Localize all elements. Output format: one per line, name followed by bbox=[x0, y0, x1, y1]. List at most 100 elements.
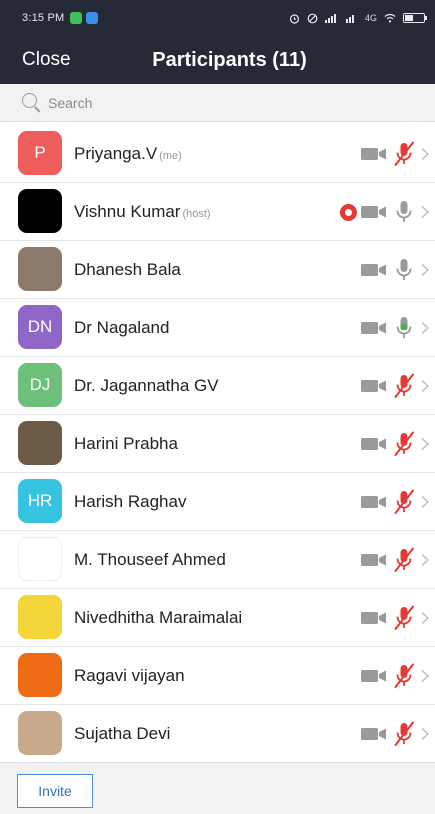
mic-muted-icon[interactable] bbox=[393, 373, 415, 399]
chevron-right-icon[interactable] bbox=[419, 205, 431, 219]
video-camera-icon[interactable] bbox=[361, 205, 387, 219]
video-camera-icon[interactable] bbox=[361, 263, 387, 277]
participant-controls bbox=[361, 589, 435, 647]
participant-name-text: Sujatha Devi bbox=[74, 724, 171, 743]
mic-muted-icon[interactable] bbox=[393, 721, 415, 747]
participant-name: Vishnu Kumar (host) bbox=[74, 202, 211, 222]
participant-row[interactable]: DN Dr Nagaland bbox=[0, 299, 435, 357]
participant-name: Ragavi vijayan bbox=[74, 666, 187, 686]
video-camera-icon[interactable] bbox=[361, 727, 387, 741]
avatar: DJ bbox=[18, 363, 62, 407]
chevron-right-icon[interactable] bbox=[419, 147, 431, 161]
search-input[interactable] bbox=[48, 94, 408, 111]
mic-muted-icon[interactable] bbox=[393, 141, 415, 167]
participant-role-tag: (me) bbox=[159, 149, 182, 162]
participant-name: Sujatha Devi bbox=[74, 724, 172, 744]
mic-muted-icon[interactable] bbox=[393, 547, 415, 573]
participant-row[interactable]: Sujatha Devi bbox=[0, 705, 435, 763]
participant-row[interactable]: DJ Dr. Jagannatha GV bbox=[0, 357, 435, 415]
alarm-icon bbox=[289, 13, 300, 24]
chevron-right-icon[interactable] bbox=[419, 321, 431, 335]
avatar bbox=[18, 247, 62, 291]
participant-name-text: Priyanga.V bbox=[74, 143, 158, 163]
participant-row[interactable]: M. Thouseef Ahmed bbox=[0, 531, 435, 589]
mic-icon[interactable] bbox=[393, 257, 415, 283]
video-camera-icon[interactable] bbox=[361, 553, 387, 567]
avatar bbox=[18, 537, 62, 581]
chevron-right-icon[interactable] bbox=[419, 495, 431, 509]
participant-controls bbox=[361, 647, 435, 705]
participant-name-text: Harini Prabha bbox=[74, 433, 178, 453]
search-bar bbox=[0, 84, 435, 122]
do-not-disturb-icon bbox=[307, 13, 318, 23]
video-camera-icon[interactable] bbox=[361, 611, 387, 625]
video-camera-icon[interactable] bbox=[361, 669, 387, 683]
participant-controls bbox=[361, 415, 435, 473]
participant-name: Dr Nagaland bbox=[74, 318, 171, 338]
participant-controls bbox=[361, 531, 435, 589]
avatar bbox=[18, 421, 62, 465]
participant-row[interactable]: HR Harish Raghav bbox=[0, 473, 435, 531]
avatar bbox=[18, 189, 62, 233]
mic-muted-icon[interactable] bbox=[393, 605, 415, 631]
video-camera-icon[interactable] bbox=[361, 321, 387, 335]
participant-name: Nivedhitha Maraimalai bbox=[74, 608, 244, 628]
participant-name-text: M. Thouseef Ahmed bbox=[74, 549, 226, 569]
participant-row[interactable]: Dhanesh Bala bbox=[0, 241, 435, 299]
chevron-right-icon[interactable] bbox=[419, 611, 431, 625]
invite-button[interactable]: Invite bbox=[17, 774, 93, 808]
signal-icon-2 bbox=[345, 15, 354, 23]
participant-name-text: Nivedhitha Maraimalai bbox=[74, 607, 243, 627]
video-camera-icon[interactable] bbox=[361, 437, 387, 451]
participant-name: Priyanga.V (me) bbox=[74, 144, 182, 164]
participant-row[interactable]: Harini Prabha bbox=[0, 415, 435, 473]
avatar bbox=[18, 711, 62, 755]
participant-row[interactable]: P Priyanga.V (me) bbox=[0, 125, 435, 183]
wifi-icon bbox=[384, 13, 396, 23]
mic-icon[interactable] bbox=[393, 199, 415, 225]
signal-icon bbox=[324, 14, 336, 23]
mic-muted-icon[interactable] bbox=[393, 489, 415, 515]
participant-controls bbox=[361, 241, 435, 299]
chevron-right-icon[interactable] bbox=[419, 379, 431, 393]
status-indicators: 4G bbox=[289, 13, 427, 24]
avatar bbox=[18, 653, 62, 697]
participant-controls bbox=[361, 705, 435, 763]
chevron-right-icon[interactable] bbox=[419, 437, 431, 451]
participant-controls bbox=[361, 299, 435, 357]
participants-header: Close Participants (11) bbox=[0, 36, 435, 84]
participant-name-text: Dhanesh Bala bbox=[74, 259, 181, 279]
participant-role-tag: (host) bbox=[182, 207, 211, 220]
close-button[interactable]: Close bbox=[22, 49, 71, 71]
participant-list: P Priyanga.V (me) Vishnu Kumar (host) Dhanesh… bbox=[0, 125, 435, 763]
search-icon bbox=[22, 92, 42, 113]
participant-controls bbox=[361, 125, 435, 183]
video-camera-icon[interactable] bbox=[361, 147, 387, 161]
mic-muted-icon[interactable] bbox=[393, 663, 415, 689]
participant-row[interactable]: Vishnu Kumar (host) bbox=[0, 183, 435, 241]
video-camera-icon[interactable] bbox=[361, 495, 387, 509]
mic-muted-icon[interactable] bbox=[393, 431, 415, 457]
network-type: 4G bbox=[364, 13, 377, 23]
participant-row[interactable]: Nivedhitha Maraimalai bbox=[0, 589, 435, 647]
participant-controls bbox=[361, 357, 435, 415]
participant-name-text: Dr Nagaland bbox=[74, 317, 170, 337]
participant-row[interactable]: Ragavi vijayan bbox=[0, 647, 435, 705]
whatsapp-icon bbox=[70, 12, 83, 24]
avatar: DN bbox=[18, 305, 62, 349]
participant-name-text: Vishnu Kumar bbox=[74, 201, 181, 221]
participant-name: Dr. Jagannatha GV bbox=[74, 376, 221, 396]
chevron-right-icon[interactable] bbox=[419, 553, 431, 567]
video-camera-icon[interactable] bbox=[361, 379, 387, 393]
mic-active-icon[interactable] bbox=[393, 315, 415, 341]
chevron-right-icon[interactable] bbox=[419, 727, 431, 741]
participant-name: Harini Prabha bbox=[74, 434, 180, 454]
participant-name: M. Thouseef Ahmed bbox=[74, 550, 228, 570]
battery-icon bbox=[403, 13, 427, 23]
footer-bar: Invite bbox=[0, 762, 435, 814]
chevron-right-icon[interactable] bbox=[419, 669, 431, 683]
status-bar: 3:15 PM 4G bbox=[0, 0, 435, 36]
participant-name: Harish Raghav bbox=[74, 492, 188, 512]
chevron-right-icon[interactable] bbox=[419, 263, 431, 277]
participant-name-text: Ragavi vijayan bbox=[74, 665, 185, 685]
